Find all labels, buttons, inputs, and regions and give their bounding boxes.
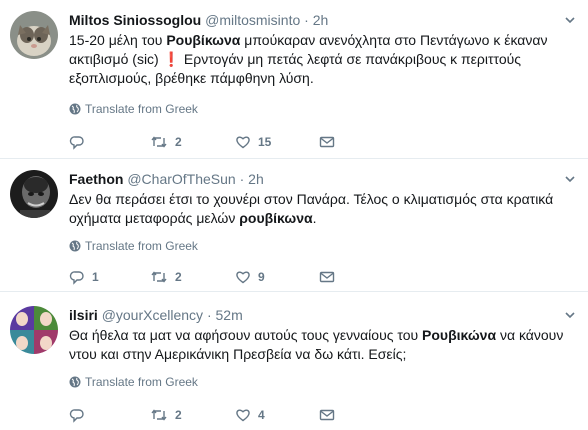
translate-label[interactable]: Translate from Greek — [85, 375, 198, 389]
direct-message-button[interactable] — [319, 406, 335, 424]
retweet-count: 2 — [175, 408, 182, 422]
tweet-text: 15-20 μέλη του Ρουβίκωνα μπούκαραν ανενό… — [69, 31, 574, 88]
tweet-text: Θα ήθελα τα ματ να αφήσουν αυτούς τους γ… — [69, 326, 574, 364]
tweet-header: Miltos Siniossoglou @miltosmisinto · 2h — [69, 11, 328, 29]
translate-label[interactable]: Translate from Greek — [85, 239, 198, 253]
tweet-actions: 1 2 9 — [69, 268, 469, 286]
chevron-down-icon[interactable] — [564, 173, 576, 185]
dm-icon — [319, 409, 335, 421]
reply-button[interactable] — [69, 133, 92, 151]
tweet-text: Δεν θα περάσει έτσι το χουνέρι στον Πανά… — [69, 190, 574, 228]
like-count: 9 — [258, 270, 265, 284]
tweet-actions: 2 15 — [69, 133, 469, 151]
text-part: 15-20 μέλη του — [69, 32, 167, 48]
avatar[interactable] — [10, 170, 58, 218]
tweet-1[interactable]: Miltos Siniossoglou @miltosmisinto · 2h … — [0, 0, 588, 159]
direct-message-button[interactable] — [319, 133, 335, 151]
tweet-header: Faethon @CharOfTheSun · 2h — [69, 170, 264, 188]
globe-icon — [69, 240, 81, 252]
reply-button[interactable]: 1 — [69, 268, 99, 286]
hashtag-highlight: ρουβίκωνα — [239, 210, 313, 226]
dm-icon — [319, 271, 335, 283]
timestamp[interactable]: 52m — [216, 307, 243, 323]
reply-icon — [69, 136, 84, 150]
like-icon — [236, 136, 250, 149]
author-handle[interactable]: @miltosmisinto — [205, 12, 300, 28]
text-part: . — [312, 210, 317, 226]
translate-label[interactable]: Translate from Greek — [85, 102, 198, 116]
reply-button[interactable] — [69, 406, 92, 424]
timestamp[interactable]: 2h — [248, 171, 264, 187]
author-name[interactable]: Miltos Siniossoglou — [69, 12, 201, 28]
like-icon — [236, 409, 250, 422]
retweet-count: 2 — [175, 135, 182, 149]
tweet-3[interactable]: ilsiri @yourXcellency · 52m Θα ήθελα τα … — [0, 292, 588, 430]
author-handle[interactable]: @yourXcellency — [102, 307, 203, 323]
avatar[interactable] — [10, 11, 58, 59]
dm-icon — [319, 136, 335, 148]
translate-link[interactable]: Translate from Greek — [69, 102, 198, 116]
separator-dot: · — [304, 12, 309, 28]
tweet-actions: 2 4 — [69, 406, 469, 424]
avatar[interactable] — [10, 306, 58, 354]
direct-message-button[interactable] — [319, 268, 335, 286]
text-part: Θα ήθελα τα ματ να αφήσουν αυτούς τους γ… — [69, 327, 423, 343]
timestamp[interactable]: 2h — [313, 12, 329, 28]
chevron-down-icon[interactable] — [564, 309, 576, 321]
like-button[interactable]: 4 — [235, 406, 265, 424]
like-count: 15 — [258, 135, 272, 149]
like-button[interactable]: 15 — [235, 133, 271, 151]
retweet-icon — [151, 271, 167, 283]
author-name[interactable]: Faethon — [69, 171, 123, 187]
translate-link[interactable]: Translate from Greek — [69, 239, 198, 253]
globe-icon — [69, 376, 81, 388]
author-handle[interactable]: @CharOfTheSun — [127, 171, 235, 187]
retweet-icon — [151, 409, 167, 421]
retweet-button[interactable]: 2 — [150, 268, 182, 286]
author-name[interactable]: ilsiri — [69, 307, 98, 323]
translate-link[interactable]: Translate from Greek — [69, 375, 198, 389]
chevron-down-icon[interactable] — [564, 14, 576, 26]
retweet-count: 2 — [175, 270, 182, 284]
tweet-header: ilsiri @yourXcellency · 52m — [69, 306, 243, 324]
separator-dot: · — [239, 171, 245, 187]
reply-icon — [69, 271, 84, 285]
separator-dot: · — [206, 307, 212, 323]
retweet-button[interactable]: 2 — [150, 406, 182, 424]
retweet-button[interactable]: 2 — [150, 133, 182, 151]
exclamation-emoji: ❗ — [162, 51, 181, 67]
reply-icon — [69, 409, 84, 423]
tweet-2[interactable]: Faethon @CharOfTheSun · 2h Δεν θα περάσε… — [0, 159, 588, 292]
globe-icon — [69, 103, 81, 115]
retweet-icon — [151, 136, 167, 148]
like-count: 4 — [258, 408, 265, 422]
hashtag-highlight: Ρουβικώνα — [422, 327, 497, 343]
like-icon — [236, 271, 250, 284]
reply-count: 1 — [92, 270, 99, 284]
hashtag-highlight: Ρουβίκωνα — [166, 32, 241, 48]
like-button[interactable]: 9 — [235, 268, 265, 286]
